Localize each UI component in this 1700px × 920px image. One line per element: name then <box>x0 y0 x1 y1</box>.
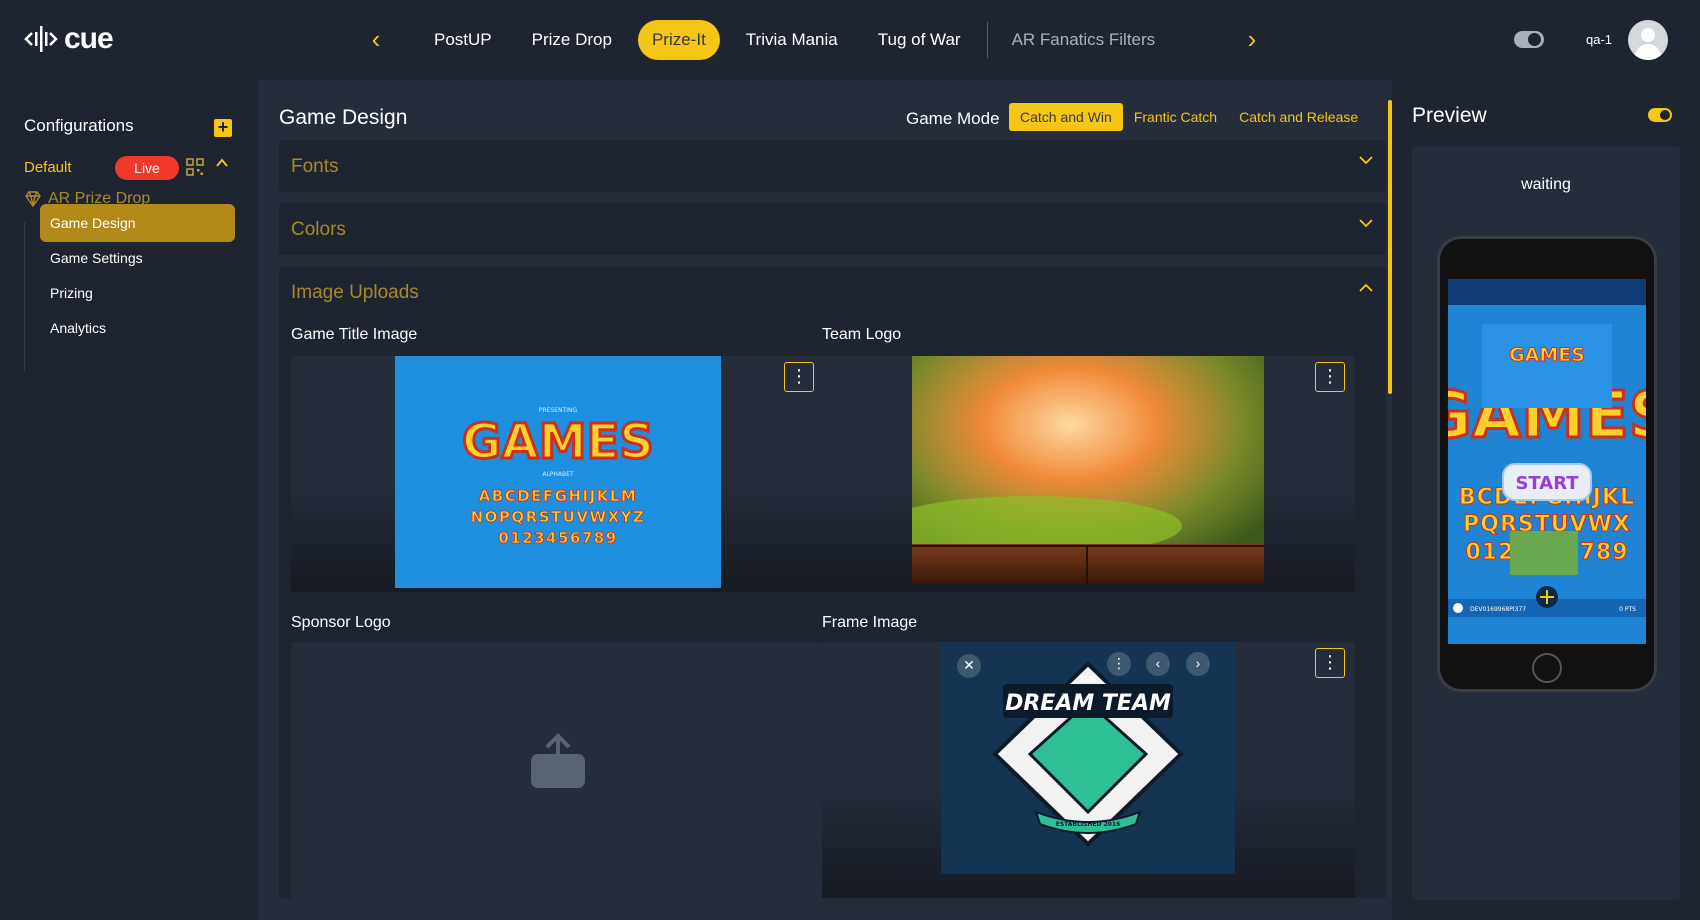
preview-title: Preview <box>1412 104 1487 127</box>
waveform-icon <box>24 26 58 52</box>
frame-image-slot[interactable]: THE DREAM TEAM ESTABLISHED 2016 ✕ ⋮ ‹ › … <box>822 642 1355 898</box>
tab-postup[interactable]: PostUP <box>420 20 506 60</box>
alphabet-line-2: NOPQRSTUVWXYZ <box>471 508 646 526</box>
top-bar: cue ‹ PostUP Prize Drop Prize-It Trivia Man… <box>0 0 1700 80</box>
image-options-icon[interactable]: ⋮ <box>1107 652 1131 676</box>
chevron-down-icon[interactable] <box>1358 215 1374 231</box>
user-name: qa-1 <box>1586 32 1613 47</box>
team-logo-label: Team Logo <box>822 326 902 343</box>
forest-image <box>912 356 1264 584</box>
sidebar: Configurations + Default Live AR Prize D… <box>0 80 258 920</box>
main-scrollbar[interactable] <box>1388 100 1392 394</box>
collapse-chevron-up-icon[interactable] <box>215 156 229 170</box>
alphabet-text: ALPHABET <box>542 471 574 478</box>
tab-ar-fanatics-filters[interactable]: AR Fanatics Filters <box>998 20 1170 60</box>
game-tabs: PostUP Prize Drop Prize-It Trivia Mania Tug … <box>420 20 1181 60</box>
next-image-icon[interactable]: › <box>1186 652 1210 676</box>
qr-code-icon[interactable] <box>186 158 204 176</box>
game-preview-screen: GAMES GAMES BCDEFGHIJKL PQRSTUVWX 012345… <box>1448 279 1646 644</box>
add-configuration-button[interactable]: + <box>214 118 232 137</box>
mode-catch-and-win[interactable]: Catch and Win <box>1009 103 1123 131</box>
alphabet-line-3: 0123456789 <box>498 529 617 547</box>
configurations-title: Configurations <box>24 116 134 135</box>
game-title-image-slot[interactable]: PRESENTING GAMES ALPHABET ABCDEFGHIJKLM … <box>291 356 824 592</box>
frame-team-name: DREAM TEAM <box>1005 691 1171 716</box>
config-default-label[interactable]: Default <box>24 159 72 176</box>
tree-line <box>24 222 25 372</box>
sidebar-item-prizing[interactable]: Prizing <box>40 274 235 312</box>
team-logo-menu-button[interactable]: ⋮ <box>1315 362 1345 392</box>
diamond-icon <box>25 191 41 208</box>
fonts-section[interactable]: Fonts <box>279 140 1386 192</box>
preview-user-tag: DEV0169968PI377 <box>1470 606 1526 613</box>
phone-screen: GAMES GAMES BCDEFGHIJKL PQRSTUVWX 012345… <box>1448 279 1646 644</box>
tabs-prev-arrow-icon[interactable]: ‹ <box>364 26 388 54</box>
phone-home-button <box>1532 653 1562 683</box>
mode-catch-and-release[interactable]: Catch and Release <box>1228 103 1369 131</box>
tab-prize-it[interactable]: Prize-It <box>637 20 720 60</box>
tab-divider <box>986 22 988 58</box>
sidebar-item-game-design[interactable]: Game Design <box>40 204 235 242</box>
image-uploads-section: Image Uploads Game Title Image PRESENTIN… <box>279 266 1386 898</box>
chevron-up-icon[interactable] <box>1358 280 1374 296</box>
preview-status: waiting <box>1521 176 1571 193</box>
preview-points: 0 PTS <box>1619 606 1636 613</box>
colors-section[interactable]: Colors <box>279 203 1386 255</box>
tabs-next-arrow-icon[interactable]: › <box>1240 26 1264 54</box>
tab-trivia-mania[interactable]: Trivia Mania <box>732 20 852 60</box>
brand-name: cue <box>64 22 114 55</box>
cue-logo[interactable]: cue <box>24 22 114 56</box>
start-button-text: START <box>1515 473 1579 494</box>
sponsor-logo-label: Sponsor Logo <box>291 614 391 631</box>
preview-card: waiting GAMES GAMES BCDEFGHIJKL PQRSTUVW… <box>1412 146 1680 900</box>
frame-the-text: THE <box>1079 675 1097 684</box>
tab-tug-of-war[interactable]: Tug of War <box>864 20 975 60</box>
prev-image-icon[interactable]: ‹ <box>1146 652 1170 676</box>
presenting-text: PRESENTING <box>539 407 578 414</box>
colors-section-title[interactable]: Colors <box>291 219 346 241</box>
theme-toggle-icon[interactable] <box>1514 31 1544 48</box>
preview-toggle[interactable] <box>1648 108 1672 122</box>
sidebar-item-analytics[interactable]: Analytics <box>40 309 235 347</box>
page-title: Game Design <box>279 106 408 129</box>
team-logo-slot[interactable]: ⋮ <box>822 356 1355 592</box>
game-mode-label: Game Mode <box>906 109 1000 128</box>
frame-image-label: Frame Image <box>822 614 918 631</box>
close-icon[interactable]: ✕ <box>957 654 981 678</box>
main-panel: Game Design Game Mode Catch and Win Frant… <box>258 80 1392 920</box>
frame-ribbon-text: ESTABLISHED 2016 <box>1056 821 1121 828</box>
mode-frantic-catch[interactable]: Frantic Catch <box>1123 103 1228 131</box>
avatar[interactable] <box>1628 20 1668 60</box>
frame-image-menu-button[interactable]: ⋮ <box>1315 648 1345 678</box>
live-status-badge: Live <box>115 156 179 180</box>
preview-small-title: GAMES <box>1509 344 1585 366</box>
phone-mockup: GAMES GAMES BCDEFGHIJKL PQRSTUVWX 012345… <box>1437 236 1657 692</box>
games-title-image: PRESENTING GAMES ALPHABET ABCDEFGHIJKLM … <box>395 356 721 588</box>
fonts-section-title[interactable]: Fonts <box>291 156 339 178</box>
game-title-image-label: Game Title Image <box>291 326 418 343</box>
dream-team-image: THE DREAM TEAM ESTABLISHED 2016 <box>941 642 1235 874</box>
upload-icon <box>531 733 585 788</box>
chevron-down-icon[interactable] <box>1358 152 1374 168</box>
sponsor-logo-upload-area[interactable] <box>291 642 824 898</box>
games-text: GAMES <box>462 414 654 470</box>
game-mode-options: Catch and Win Frantic Catch Catch and Rele… <box>1009 103 1369 131</box>
sidebar-item-game-settings[interactable]: Game Settings <box>40 239 235 277</box>
image-uploads-title[interactable]: Image Uploads <box>291 282 419 304</box>
tab-prize-drop[interactable]: Prize Drop <box>518 20 626 60</box>
alphabet-line-1: ABCDEFGHIJKLM <box>479 487 638 505</box>
game-title-image-menu-button[interactable]: ⋮ <box>784 362 814 392</box>
